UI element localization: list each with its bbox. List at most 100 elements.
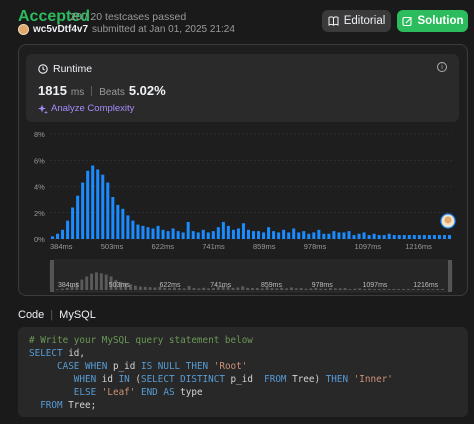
bar[interactable]: [332, 231, 336, 239]
bar[interactable]: [176, 231, 180, 239]
info-icon[interactable]: i: [437, 62, 447, 72]
submission-meta: submitted at Jan 01, 2025 21:24: [92, 24, 235, 35]
bar[interactable]: [211, 231, 215, 239]
bar[interactable]: [362, 232, 366, 239]
bar[interactable]: [277, 232, 281, 239]
bar[interactable]: [216, 227, 220, 239]
bar[interactable]: [387, 233, 391, 239]
bar[interactable]: [66, 220, 70, 239]
bar[interactable]: [106, 182, 110, 239]
runtime-distribution-chart[interactable]: 8% 6% 4% 2% 0% 384ms 503ms 622ms 741ms 859ms 978ms…: [26, 125, 460, 293]
bar[interactable]: [322, 233, 326, 239]
bar[interactable]: [412, 235, 416, 239]
bar[interactable]: [96, 169, 100, 239]
bar[interactable]: [166, 231, 170, 239]
bar[interactable]: [111, 197, 115, 239]
bar[interactable]: [432, 235, 436, 239]
avatar[interactable]: [18, 24, 29, 35]
bar[interactable]: [302, 231, 306, 239]
bar[interactable]: [186, 221, 190, 239]
bar[interactable]: [86, 170, 90, 239]
bar[interactable]: [437, 235, 441, 239]
bar[interactable]: [101, 174, 105, 239]
bar[interactable]: [442, 235, 446, 239]
bar[interactable]: [447, 235, 451, 239]
bar[interactable]: [377, 235, 381, 239]
editorial-button[interactable]: Editorial: [322, 10, 391, 32]
bar[interactable]: [246, 229, 250, 239]
bar[interactable]: [342, 232, 346, 239]
bar[interactable]: [407, 235, 411, 239]
bar[interactable]: [141, 225, 145, 239]
code-token: THEN: [325, 374, 349, 385]
bar[interactable]: [151, 228, 155, 240]
bar[interactable]: [131, 220, 135, 239]
bar[interactable]: [196, 232, 200, 239]
username-link[interactable]: wc5vDtf4v7: [33, 24, 88, 35]
bar[interactable]: [317, 229, 321, 239]
code-block[interactable]: # Write your MySQL query statement below…: [18, 327, 468, 417]
navigator-tick-label: 503ms: [109, 282, 131, 289]
bar[interactable]: [337, 232, 341, 239]
bar[interactable]: [312, 232, 316, 239]
navigator-handle-right[interactable]: [448, 260, 452, 292]
bar[interactable]: [136, 224, 140, 239]
bar[interactable]: [282, 229, 286, 239]
navigator-bar: [202, 287, 206, 290]
navigator-bar: [90, 273, 94, 290]
bar[interactable]: [427, 235, 431, 239]
bar[interactable]: [417, 235, 421, 239]
bar[interactable]: [61, 229, 65, 239]
navigator-bar: [153, 287, 157, 290]
bar[interactable]: [352, 235, 356, 239]
bar[interactable]: [226, 225, 230, 239]
bar[interactable]: [76, 195, 80, 239]
bar[interactable]: [201, 229, 205, 239]
bar[interactable]: [347, 231, 351, 239]
bar[interactable]: [357, 233, 361, 239]
bar[interactable]: [241, 223, 245, 239]
bar[interactable]: [252, 231, 256, 239]
bar[interactable]: [422, 235, 426, 239]
bar[interactable]: [307, 233, 311, 239]
bar[interactable]: [262, 232, 266, 239]
bar[interactable]: [257, 231, 261, 239]
bar[interactable]: [397, 235, 401, 239]
bar[interactable]: [372, 233, 376, 239]
analyze-complexity-link[interactable]: Analyze Complexity: [38, 103, 134, 114]
bar[interactable]: [392, 235, 396, 239]
bar[interactable]: [287, 232, 291, 239]
bar[interactable]: [161, 229, 165, 239]
bar[interactable]: [221, 221, 225, 239]
bar[interactable]: [382, 235, 386, 239]
bar[interactable]: [297, 232, 301, 239]
bar[interactable]: [171, 228, 175, 240]
bar[interactable]: [206, 232, 210, 239]
bar[interactable]: [181, 232, 185, 239]
code-token: 'Root': [213, 361, 248, 372]
bar[interactable]: [272, 231, 276, 239]
bar[interactable]: [292, 228, 296, 240]
bar[interactable]: [116, 204, 120, 239]
bar[interactable]: [156, 225, 160, 239]
navigator-bar: [99, 273, 103, 290]
navigator-handle-left[interactable]: [50, 260, 54, 292]
navigator-bar: [402, 289, 406, 290]
bar[interactable]: [71, 207, 75, 240]
solution-button[interactable]: Solution: [397, 10, 468, 32]
bar[interactable]: [121, 208, 125, 239]
bar[interactable]: [91, 165, 95, 240]
bar[interactable]: [402, 235, 406, 239]
bar[interactable]: [191, 231, 195, 239]
bar[interactable]: [56, 233, 60, 239]
bar[interactable]: [146, 227, 150, 239]
editorial-label: Editorial: [343, 15, 386, 27]
bar[interactable]: [367, 235, 371, 239]
bar[interactable]: [327, 233, 331, 239]
bar[interactable]: [267, 227, 271, 239]
bar[interactable]: [81, 182, 85, 239]
bar[interactable]: [51, 236, 55, 239]
bar[interactable]: [126, 215, 130, 239]
bar[interactable]: [236, 228, 240, 240]
bar[interactable]: [231, 229, 235, 239]
